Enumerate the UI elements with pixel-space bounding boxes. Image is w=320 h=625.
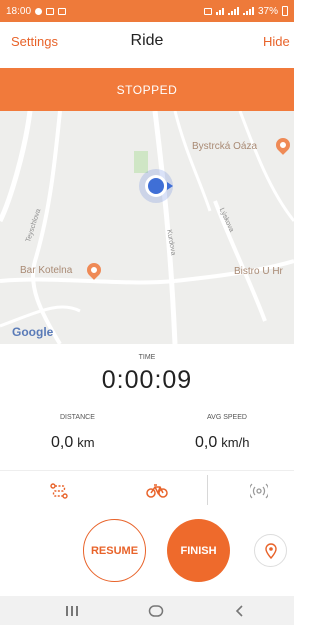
page-title: Ride: [130, 32, 164, 49]
map-view[interactable]: Bystrcká Oáza Bar Kotelna Bistro U Hr Te…: [0, 111, 294, 344]
notification-icon: [35, 7, 43, 15]
avg-speed-label: AVG SPEED: [207, 414, 247, 421]
recent-apps-icon[interactable]: [62, 602, 82, 620]
avg-speed-value-wrap: 0,0 km/h: [195, 434, 249, 452]
ride-status-text: STOPPED: [116, 82, 178, 97]
time-value: 0:00:09: [101, 366, 193, 394]
location-pin-icon: [264, 542, 277, 559]
distance-label: DISTANCE: [60, 414, 95, 421]
resume-button[interactable]: RESUME: [83, 519, 146, 582]
image-notification-icon: [58, 7, 67, 15]
time-label: TIME: [138, 354, 156, 361]
home-icon[interactable]: [146, 602, 166, 620]
status-left: 18:00: [6, 5, 67, 17]
avg-speed-value: 0,0: [195, 434, 218, 451]
wifi-signal-icon: [215, 7, 224, 15]
status-time: 18:00: [6, 5, 32, 17]
cell-signal-icon: [227, 7, 239, 15]
system-nav-bar: [0, 596, 294, 625]
map-attribution[interactable]: Google: [12, 325, 53, 339]
finish-button[interactable]: FINISH: [167, 519, 230, 582]
status-right: 37%: [203, 5, 288, 17]
route-icon[interactable]: [48, 480, 70, 502]
cell-signal-2-icon: [242, 7, 254, 15]
heading-arrow-icon: [167, 182, 173, 190]
battery-percent: 37%: [257, 5, 278, 17]
distance-value-wrap: 0,0 km: [51, 434, 95, 452]
avg-speed-unit: km/h: [221, 435, 250, 450]
current-location-icon: [145, 175, 167, 197]
bicycle-icon[interactable]: [146, 480, 168, 502]
map-place-label: Bystrcká Oáza: [192, 141, 258, 152]
battery-icon: [282, 6, 288, 16]
back-icon[interactable]: [230, 602, 250, 620]
map-place-label: Bar Kotelna: [20, 265, 73, 276]
hide-button[interactable]: Hide: [263, 34, 290, 49]
status-bar: 18:00 37%: [0, 0, 294, 22]
ride-controls: RESUME FINISH: [0, 510, 294, 590]
distance-value: 0,0: [51, 434, 74, 451]
divider: [207, 475, 208, 505]
alarm-icon: [203, 7, 212, 15]
locate-button[interactable]: [254, 534, 287, 567]
sensor-icon[interactable]: [248, 480, 270, 502]
map-place-label: Bistro U Hr: [234, 266, 283, 277]
ride-status-banner: STOPPED: [0, 68, 294, 111]
ride-mode-bar: [0, 470, 294, 510]
distance-unit: km: [77, 435, 95, 450]
app-notification-icon: [46, 7, 55, 15]
app-header: Settings Ride Hide: [0, 22, 294, 60]
